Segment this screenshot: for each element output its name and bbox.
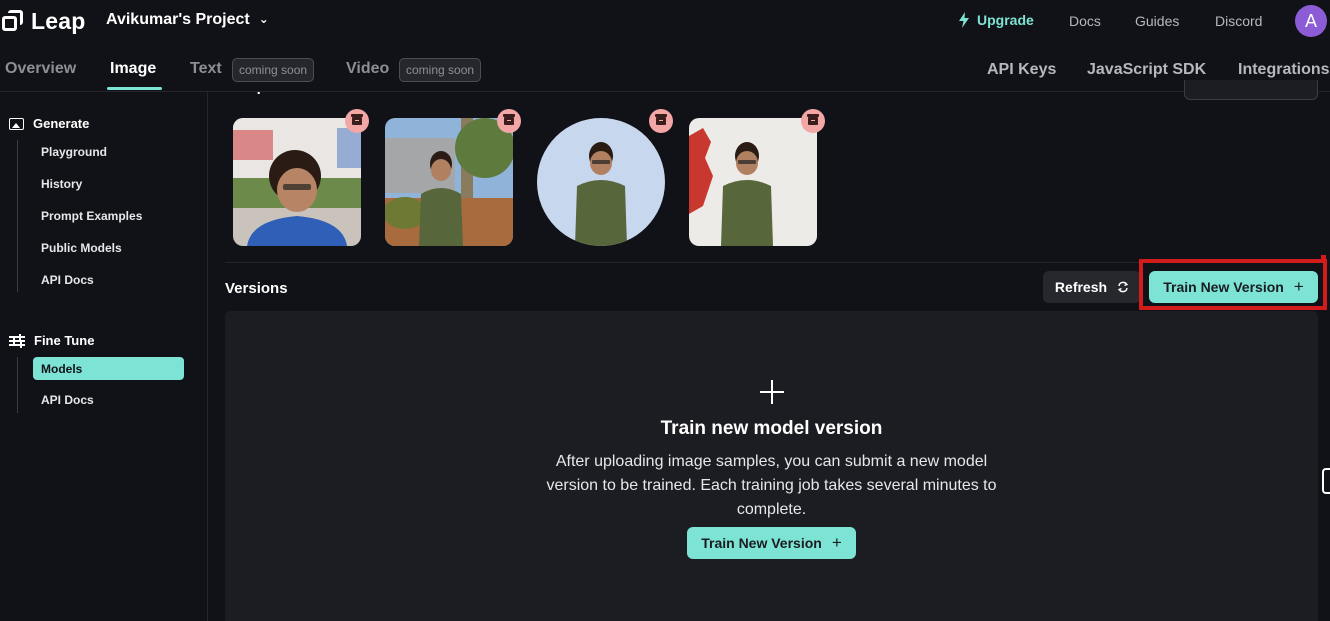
upgrade-label: Upgrade (977, 12, 1034, 28)
annotation-highlight-box (1139, 259, 1327, 310)
sidebar-rule (17, 140, 18, 292)
archive-sample-button[interactable] (649, 109, 673, 133)
sidebar-item-api-docs[interactable]: API Docs (33, 268, 184, 291)
sidebar-section-title: Fine Tune (34, 333, 95, 348)
archive-sample-button[interactable] (801, 109, 825, 133)
guides-link[interactable]: Guides (1135, 13, 1179, 29)
empty-state-train-button[interactable]: Train New Version + (687, 527, 856, 559)
upload-samples-button[interactable] (1184, 80, 1318, 100)
archive-icon (503, 114, 515, 125)
sidebar-item-models[interactable]: Models (33, 357, 184, 380)
refresh-icon (1117, 281, 1129, 293)
sidebar-item-history[interactable]: History (33, 172, 184, 195)
project-selector[interactable]: Avikumar's Project ⌄ (106, 11, 269, 29)
discord-link[interactable]: Discord (1215, 13, 1262, 29)
sidebar-item-fine-tune-api-docs[interactable]: API Docs (33, 388, 184, 411)
tab-overview[interactable]: Overview (5, 60, 76, 78)
sample-photo (385, 118, 513, 246)
archive-sample-button[interactable] (345, 109, 369, 133)
tab-api-keys[interactable]: API Keys (987, 61, 1056, 79)
sidebar-section-title: Generate (33, 116, 90, 131)
active-tab-indicator (107, 87, 162, 90)
coming-soon-badge: coming soon (232, 58, 315, 82)
docs-link[interactable]: Docs (1069, 13, 1101, 29)
sample-image[interactable] (537, 118, 665, 246)
sample-photo (537, 118, 665, 246)
image-icon (9, 117, 24, 130)
sidebar-item-prompt-examples[interactable]: Prompt Examples (33, 204, 184, 227)
annotation-highlight-edge (1321, 255, 1326, 263)
sidebar-item-public-models[interactable]: Public Models (33, 236, 184, 259)
plus-icon (759, 379, 785, 405)
versions-title: Versions (225, 280, 288, 297)
leap-logo[interactable]: Leap (2, 6, 85, 36)
refresh-label: Refresh (1054, 279, 1108, 295)
archive-icon (807, 114, 819, 125)
top-bar: Leap Avikumar's Project ⌄ Upgrade Docs G… (0, 0, 1330, 44)
sample-photo (233, 118, 361, 246)
sample-photo (689, 118, 817, 246)
sample-image[interactable] (233, 118, 361, 246)
sidebar-item-playground[interactable]: Playground (33, 140, 184, 163)
sample-image[interactable] (689, 118, 817, 246)
chevron-down-icon: ⌄ (258, 12, 269, 26)
archive-sample-button[interactable] (497, 109, 521, 133)
sidebar-section-generate: Generate (9, 116, 89, 131)
tab-image[interactable]: Image (110, 60, 156, 78)
sidebar-rule (17, 357, 18, 413)
main-tabs: Overview Image Text coming soon Video co… (0, 48, 1330, 92)
coming-soon-badge: coming soon (399, 58, 482, 82)
sidebar: Generate Playground History Prompt Examp… (0, 92, 208, 621)
archive-icon (655, 114, 667, 125)
upgrade-link[interactable]: Upgrade (958, 12, 1034, 28)
archive-icon (351, 114, 363, 125)
tab-video[interactable]: Video (346, 60, 389, 78)
refresh-button[interactable]: Refresh (1043, 271, 1141, 303)
plus-icon: + (831, 533, 842, 552)
sliders-icon (9, 333, 25, 348)
brand-name: Leap (31, 7, 86, 34)
tab-integrations[interactable]: Integrations (1238, 61, 1330, 79)
lightning-icon (959, 12, 969, 28)
empty-state-title: Train new model version (660, 418, 883, 439)
leap-logo-icon (2, 10, 24, 32)
tab-javascript-sdk[interactable]: JavaScript SDK (1087, 61, 1206, 79)
feedback-edge-tab[interactable] (1322, 468, 1330, 494)
empty-state-description: After uploading image samples, you can s… (546, 453, 997, 518)
tab-text[interactable]: Text (190, 60, 222, 78)
sidebar-section-fine-tune: Fine Tune (9, 333, 94, 348)
sample-image[interactable] (385, 118, 513, 246)
user-avatar[interactable]: A (1295, 5, 1327, 37)
train-new-version-label: Train New Version (701, 535, 822, 551)
project-name: Avikumar's Project (106, 11, 250, 28)
